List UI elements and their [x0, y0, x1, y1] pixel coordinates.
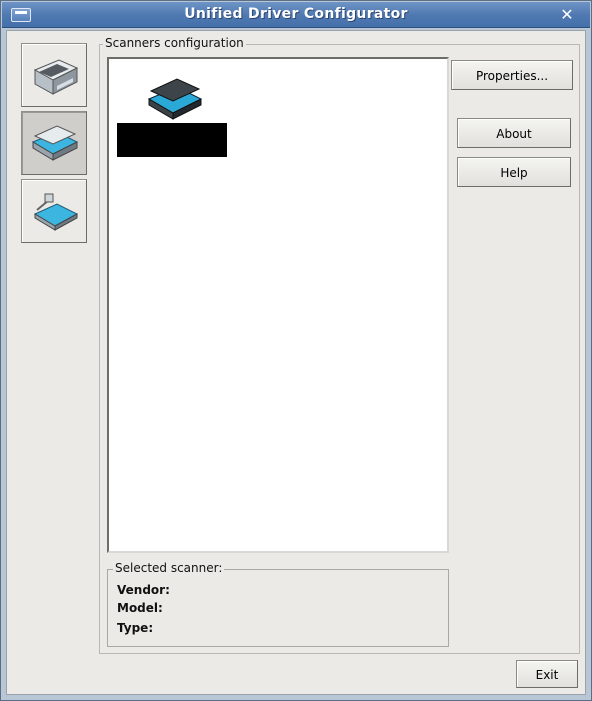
scanner-icon — [147, 78, 203, 120]
sidebar-tab-ports[interactable] — [21, 179, 87, 243]
title-bar[interactable]: Unified Driver Configurator ✕ — [2, 2, 590, 28]
exit-button[interactable]: Exit — [516, 660, 578, 688]
scanner-icon — [31, 125, 79, 161]
list-item[interactable] — [141, 75, 211, 125]
scanner-list[interactable] — [107, 57, 449, 553]
properties-button[interactable]: Properties... — [451, 60, 573, 90]
scanners-config-title: Scanners configuration — [103, 36, 246, 50]
about-button[interactable]: About — [457, 118, 571, 148]
help-button[interactable]: Help — [457, 157, 571, 187]
window-title: Unified Driver Configurator — [184, 6, 408, 22]
sidebar-tab-printers[interactable] — [21, 43, 87, 107]
port-icon — [33, 193, 79, 231]
printer-icon — [33, 59, 79, 95]
type-label: Type: — [117, 621, 154, 635]
model-label: Model: — [117, 601, 163, 615]
selected-scanner-title: Selected scanner: — [113, 561, 225, 575]
scanner-name-label[interactable] — [117, 123, 227, 157]
vendor-label: Vendor: — [117, 583, 170, 597]
app-window: Unified Driver Configurator ✕ Scanners c… — [0, 0, 592, 701]
close-icon[interactable]: ✕ — [558, 5, 576, 25]
client-area: Scanners configuration Properties... Abo… — [6, 30, 586, 695]
sidebar-tab-scanners[interactable] — [21, 111, 87, 175]
